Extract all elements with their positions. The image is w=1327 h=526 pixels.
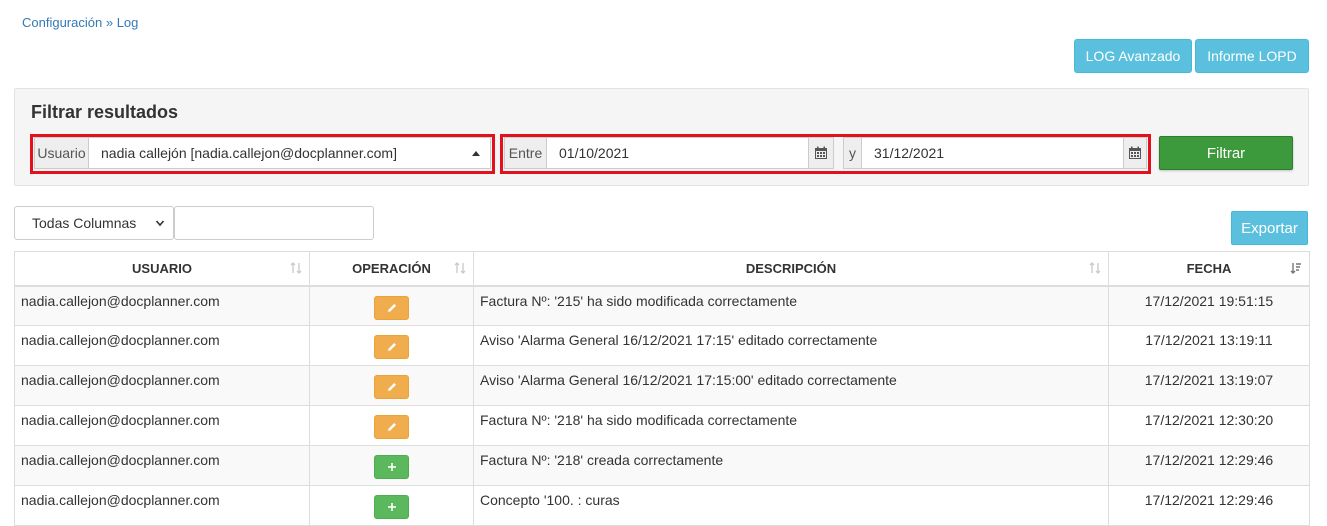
cell-usuario: nadia.callejon@docplanner.com (14, 325, 310, 366)
plus-icon (387, 503, 396, 511)
pencil-icon (387, 383, 396, 391)
usuario-select-value: nadia callejón [nadia.callejon@docplanne… (101, 145, 397, 161)
breadcrumb-separator: » (105, 15, 114, 30)
filter-title: Filtrar resultados (31, 102, 179, 122)
table-row: nadia.callejon@docplanner.com Factura Nº… (14, 285, 1310, 326)
sort-icon (1089, 262, 1101, 274)
cell-usuario: nadia.callejon@docplanner.com (14, 405, 310, 446)
search-input[interactable] (174, 206, 374, 240)
cell-operacion (309, 405, 474, 446)
cell-fecha: 17/12/2021 13:19:11 (1108, 325, 1310, 366)
cell-usuario: nadia.callejon@docplanner.com (14, 445, 310, 486)
edit-operation-button[interactable] (374, 375, 409, 399)
header-descripcion[interactable]: DESCRIPCIÓN (473, 251, 1109, 287)
cell-usuario: nadia.callejon@docplanner.com (14, 365, 310, 406)
caret-up-icon (472, 151, 480, 156)
exportar-button[interactable]: Exportar (1231, 211, 1308, 245)
cell-operacion (309, 365, 474, 406)
plus-icon (387, 463, 396, 471)
calendar-icon (815, 146, 827, 159)
breadcrumb-link-log[interactable]: Log (117, 15, 139, 30)
table-row: nadia.callejon@docplanner.com Concepto '… (14, 485, 1310, 526)
informe-lopd-button[interactable]: Informe LOPD (1195, 39, 1309, 73)
cell-descripcion: Aviso 'Alarma General 16/12/2021 17:15:0… (473, 365, 1109, 406)
table-row: nadia.callejon@docplanner.com Factura Nº… (14, 445, 1310, 486)
header-descripcion-label: DESCRIPCIÓN (745, 260, 837, 276)
sort-desc-icon (1290, 263, 1301, 274)
chevron-down-icon (155, 220, 165, 227)
date-to-calendar-button[interactable] (1123, 137, 1147, 169)
cell-operacion (309, 325, 474, 366)
cell-descripcion: Factura Nº: '215' ha sido modificada cor… (473, 285, 1109, 326)
sort-icon (454, 262, 466, 274)
cell-fecha: 17/12/2021 12:29:46 (1108, 485, 1310, 526)
column-select-value: Todas Columnas (32, 215, 137, 231)
cell-fecha: 17/12/2021 19:51:15 (1108, 285, 1310, 326)
cell-descripcion: Aviso 'Alarma General 16/12/2021 17:15' … (473, 325, 1109, 366)
log-table: USUARIO OPERACIÓN DESCRIPCIÓN FECHA nadi… (14, 251, 1310, 526)
sort-icon (290, 262, 302, 274)
cell-operacion (309, 485, 474, 526)
calendar-icon (1129, 146, 1141, 159)
header-operacion[interactable]: OPERACIÓN (309, 251, 474, 287)
filtrar-button[interactable]: Filtrar (1159, 136, 1293, 170)
table-row: nadia.callejon@docplanner.com Aviso 'Ala… (14, 325, 1310, 366)
cell-operacion (309, 285, 474, 326)
cell-usuario: nadia.callejon@docplanner.com (14, 485, 310, 526)
cell-descripcion: Factura Nº: '218' ha sido modificada cor… (473, 405, 1109, 446)
log-avanzado-button[interactable]: LOG Avanzado (1074, 39, 1192, 73)
add-operation-button[interactable] (374, 495, 409, 519)
cell-fecha: 17/12/2021 12:30:20 (1108, 405, 1310, 446)
usuario-select[interactable]: nadia callejón [nadia.callejon@docplanne… (88, 137, 491, 169)
add-operation-button[interactable] (374, 455, 409, 479)
cell-fecha: 17/12/2021 12:29:46 (1108, 445, 1310, 486)
breadcrumb: Configuración » Log (22, 15, 138, 30)
y-label: y (843, 137, 862, 169)
pencil-icon (387, 423, 396, 431)
breadcrumb-link-configuracion[interactable]: Configuración (22, 15, 102, 30)
header-usuario[interactable]: USUARIO (14, 251, 310, 287)
date-from-input[interactable]: 01/10/2021 (546, 137, 809, 169)
header-fecha-label: FECHA (1186, 260, 1232, 276)
cell-descripcion: Concepto '100. : curas (473, 485, 1109, 526)
pencil-icon (387, 303, 396, 312)
table-row: nadia.callejon@docplanner.com Factura Nº… (14, 405, 1310, 446)
cell-operacion (309, 445, 474, 486)
header-usuario-label: USUARIO (132, 260, 192, 276)
header-fecha[interactable]: FECHA (1108, 251, 1310, 287)
table-header-row: USUARIO OPERACIÓN DESCRIPCIÓN FECHA (14, 251, 1310, 287)
column-select[interactable]: Todas Columnas (14, 206, 174, 240)
edit-operation-button[interactable] (374, 295, 409, 320)
edit-operation-button[interactable] (374, 335, 409, 359)
usuario-label: Usuario (34, 137, 89, 169)
table-row: nadia.callejon@docplanner.com Aviso 'Ala… (14, 365, 1310, 406)
cell-fecha: 17/12/2021 13:19:07 (1108, 365, 1310, 406)
cell-usuario: nadia.callejon@docplanner.com (14, 285, 310, 326)
date-from-calendar-button[interactable] (808, 137, 834, 169)
entre-label: Entre (504, 137, 547, 169)
pencil-icon (387, 343, 396, 351)
date-to-input[interactable]: 31/12/2021 (861, 137, 1124, 169)
cell-descripcion: Factura Nº: '218' creada correctamente (473, 445, 1109, 486)
edit-operation-button[interactable] (374, 415, 409, 439)
header-operacion-label: OPERACIÓN (352, 260, 431, 276)
